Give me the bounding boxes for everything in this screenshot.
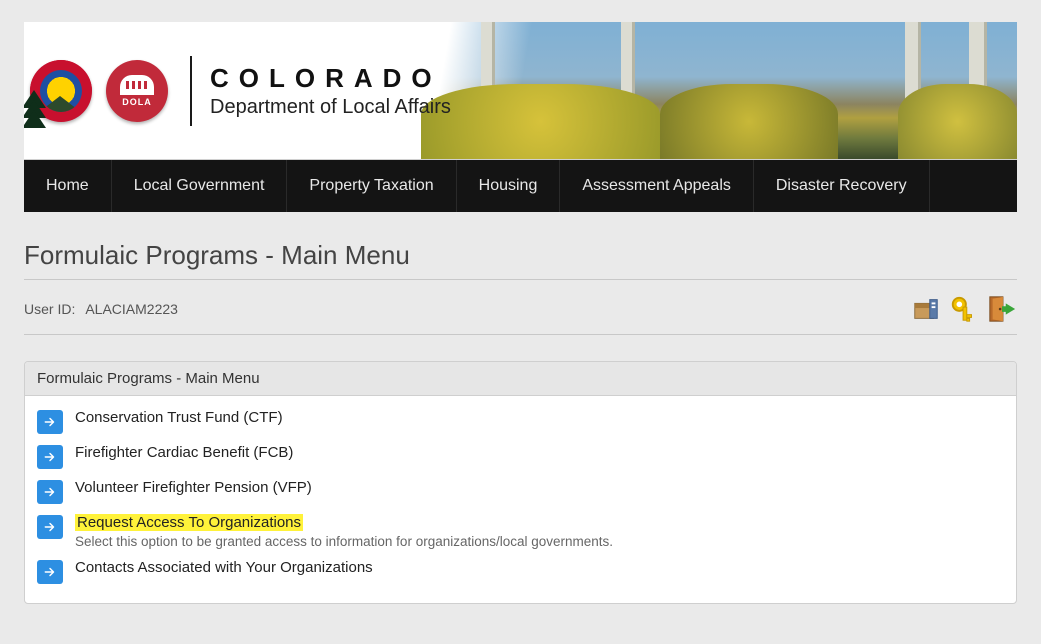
menu-item-request-access: Request Access To Organizations Select t… [35,509,1006,554]
nav-property-taxation[interactable]: Property Taxation [287,160,456,212]
brand-line2: Department of Local Affairs [210,96,451,119]
page-title: Formulaic Programs - Main Menu [24,240,1017,271]
menu-item-subtitle: Select this option to be granted access … [75,534,1004,549]
dola-seal-logo: DOLA [106,60,168,122]
nav-local-government[interactable]: Local Government [112,160,288,212]
exit-door-icon[interactable] [987,294,1017,324]
title-divider [24,279,1017,280]
menu-item-title[interactable]: Request Access To Organizations [75,514,303,531]
panel-title: Formulaic Programs - Main Menu [25,362,1016,396]
menu-item-contacts: Contacts Associated with Your Organizati… [35,554,1006,589]
arrow-button[interactable] [37,515,63,539]
menu-list: Conservation Trust Fund (CTF) Firefighte… [25,396,1016,603]
archive-box-icon[interactable] [911,294,941,324]
main-nav: Home Local Government Property Taxation … [24,160,1017,212]
menu-item-title[interactable]: Firefighter Cardiac Benefit (FCB) [75,444,293,461]
user-id-label: User ID: [24,301,75,317]
nav-home[interactable]: Home [24,160,112,212]
key-icon[interactable] [949,294,979,324]
menu-item-title[interactable]: Volunteer Firefighter Pension (VFP) [75,479,312,496]
user-id-value: ALACIAM2223 [85,301,178,317]
menu-item-title[interactable]: Conservation Trust Fund (CTF) [75,409,283,426]
brand-line1: COLORADO [210,63,451,94]
nav-housing[interactable]: Housing [457,160,561,212]
header-banner: DOLA COLORADO Department of Local Affair… [24,22,1017,160]
logo-separator [190,56,192,126]
nav-assessment-appeals[interactable]: Assessment Appeals [560,160,754,212]
menu-item-fcb: Firefighter Cardiac Benefit (FCB) [35,439,1006,474]
user-bar: User ID: ALACIAM2223 [24,294,1017,335]
main-menu-panel: Formulaic Programs - Main Menu Conservat… [24,361,1017,604]
arrow-button[interactable] [37,410,63,434]
menu-item-title[interactable]: Contacts Associated with Your Organizati… [75,559,373,576]
arrow-button[interactable] [37,445,63,469]
menu-item-vfp: Volunteer Firefighter Pension (VFP) [35,474,1006,509]
arrow-button[interactable] [37,560,63,584]
arrow-button[interactable] [37,480,63,504]
dola-seal-label: DOLA [122,97,152,107]
pine-icon [24,98,46,128]
menu-item-ctf: Conservation Trust Fund (CTF) [35,404,1006,439]
nav-disaster-recovery[interactable]: Disaster Recovery [754,160,930,212]
